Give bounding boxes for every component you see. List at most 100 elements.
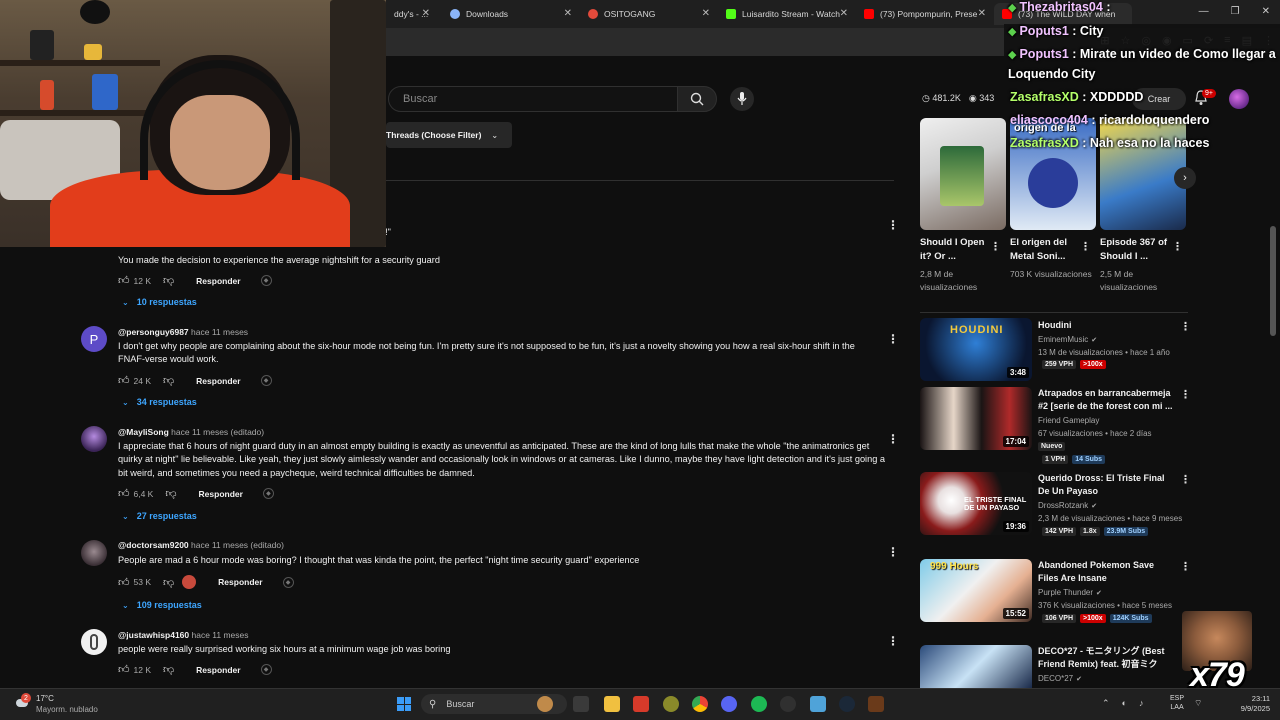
view-replies-link[interactable]: ⌄ 10 respuestas: [122, 297, 197, 307]
more-options-icon[interactable]: ⋮: [1180, 320, 1191, 333]
video-title[interactable]: DECO*27 - モニタリング (Best Friend Remix) fea…: [1038, 645, 1174, 671]
close-icon[interactable]: ✕: [840, 8, 848, 19]
short-thumbnail[interactable]: [1100, 118, 1186, 230]
game-icon[interactable]: [868, 696, 884, 712]
video-thumbnail[interactable]: 999 Hours 15:52: [920, 559, 1032, 622]
more-options-icon[interactable]: ⋮: [1172, 240, 1183, 253]
view-replies-link[interactable]: ⌄ 27 respuestas: [122, 511, 197, 521]
video-title[interactable]: Atrapados en barrancabermeja #2 [serie d…: [1038, 387, 1174, 413]
chevron-up-icon[interactable]: ⌃: [1102, 698, 1110, 709]
comment-author[interactable]: @MayliSong: [118, 427, 169, 437]
short-title[interactable]: Episode 367 of Should I ...: [1100, 236, 1172, 264]
dislike-icon[interactable]: 👎︎: [163, 576, 174, 589]
video-title[interactable]: Abandoned Pokemon Save Files Are Insane: [1038, 559, 1174, 585]
gem-icon[interactable]: ◆: [260, 664, 272, 675]
browser-tab[interactable]: Downloads ✕: [442, 3, 580, 25]
like-icon[interactable]: 👍︎: [118, 663, 130, 676]
video-thumbnail[interactable]: EL TRISTE FINAL DE UN PAYASO 19:36: [920, 472, 1032, 535]
browser-tab[interactable]: (73) Pompompurin, Prese ✕: [856, 3, 994, 25]
taskview-icon[interactable]: [573, 696, 589, 712]
maximize-icon[interactable]: ❐: [1231, 6, 1240, 17]
video-thumbnail[interactable]: 17:04: [920, 387, 1032, 450]
channel-name[interactable]: DrossRotzank ✔: [1038, 501, 1097, 510]
channel-name[interactable]: Purple Thunder ✔: [1038, 588, 1102, 597]
reply-button[interactable]: Responder: [196, 665, 240, 675]
short-title[interactable]: El origen del Metal Soni...: [1010, 236, 1082, 264]
minimize-icon[interactable]: —: [1199, 6, 1209, 17]
wifi-icon[interactable]: ⌔: [1194, 698, 1202, 709]
avatar[interactable]: [81, 540, 107, 566]
gem-icon[interactable]: ◆: [262, 488, 274, 499]
more-options-icon[interactable]: ⋮: [887, 218, 899, 232]
windows-start-icon[interactable]: [397, 697, 411, 711]
avatar[interactable]: P: [81, 326, 107, 352]
avatar[interactable]: [81, 629, 107, 655]
reply-button[interactable]: Responder: [218, 577, 262, 587]
dislike-icon[interactable]: 👎︎: [163, 274, 174, 287]
comment-author[interactable]: @doctorsam9200: [118, 540, 189, 550]
dislike-icon[interactable]: 👎︎: [165, 487, 176, 500]
more-options-icon[interactable]: ⋮: [887, 332, 899, 346]
more-options-icon[interactable]: ⋮: [1180, 560, 1191, 573]
system-clock[interactable]: 23:11 9/9/2025: [1218, 694, 1270, 714]
chrome-icon[interactable]: [692, 696, 708, 712]
view-replies-link[interactable]: ⌄ 34 respuestas: [122, 397, 197, 407]
close-icon[interactable]: ✕: [702, 8, 710, 19]
gem-icon[interactable]: ◆: [282, 576, 294, 588]
like-icon[interactable]: 👍︎: [118, 487, 130, 500]
reply-button[interactable]: Responder: [196, 276, 240, 286]
video-thumbnail[interactable]: [920, 645, 1032, 688]
scrollbar-thumb[interactable]: [1270, 226, 1276, 336]
avatar[interactable]: [81, 426, 107, 452]
close-icon[interactable]: ✕: [978, 8, 986, 19]
more-options-icon[interactable]: ⋮: [887, 545, 899, 559]
short-thumbnail[interactable]: [920, 118, 1006, 230]
browser-tab[interactable]: ddy's - ... ✕: [386, 3, 438, 25]
account-avatar[interactable]: [1229, 89, 1249, 109]
like-icon[interactable]: 👍︎: [118, 576, 130, 589]
reply-button[interactable]: Responder: [199, 489, 243, 499]
microphone-icon[interactable]: ♪: [1139, 698, 1144, 709]
close-window-icon[interactable]: ✕: [1262, 6, 1270, 17]
comment-author[interactable]: @personguy6987: [118, 327, 189, 337]
short-title[interactable]: Should I Open it? Or ...: [920, 236, 992, 264]
app-tray-icon[interactable]: ◐: [1122, 698, 1127, 709]
app-icon[interactable]: [663, 696, 679, 712]
close-icon[interactable]: ✕: [422, 8, 430, 19]
channel-name[interactable]: DECO*27 ✔: [1038, 674, 1082, 683]
language-indicator[interactable]: ESP LAA: [1170, 694, 1184, 712]
search-button[interactable]: [677, 86, 717, 112]
short-thumbnail[interactable]: origen de la: [1010, 118, 1096, 230]
dinosaur-icon[interactable]: [537, 696, 553, 712]
video-title[interactable]: Houdini: [1038, 319, 1174, 332]
gem-icon[interactable]: ◆: [260, 275, 272, 286]
gem-icon[interactable]: ◆: [260, 375, 272, 386]
more-options-icon[interactable]: ⋮: [990, 240, 1001, 253]
close-icon[interactable]: ✕: [564, 8, 572, 19]
dislike-icon[interactable]: 👎︎: [163, 374, 174, 387]
like-icon[interactable]: 👍︎: [118, 274, 130, 287]
voice-search-button[interactable]: [730, 87, 754, 111]
video-thumbnail[interactable]: HOUDINI 3:48: [920, 318, 1032, 381]
more-options-icon[interactable]: ⋮: [887, 634, 899, 648]
channel-name[interactable]: Friend Gameplay: [1038, 416, 1099, 425]
channel-name[interactable]: EminemMusic ✔: [1038, 335, 1097, 344]
more-options-icon[interactable]: ⋮: [1080, 240, 1091, 253]
steam-icon[interactable]: [839, 696, 855, 712]
browser-tab[interactable]: OSITOGANG ✕: [580, 3, 718, 25]
spotify-icon[interactable]: [751, 696, 767, 712]
browser-tab[interactable]: Luisardito Stream - Watch ✕: [718, 3, 856, 25]
file-explorer-icon[interactable]: [604, 696, 620, 712]
reply-button[interactable]: Responder: [196, 376, 240, 386]
app-icon[interactable]: [633, 696, 649, 712]
comment-author[interactable]: @justawhisp4160: [118, 630, 189, 640]
video-title[interactable]: Querido Dross: El Triste Final De Un Pay…: [1038, 472, 1174, 498]
more-options-icon[interactable]: ⋮: [887, 432, 899, 446]
weather-widget[interactable]: 2 17°C Mayorm. nublado: [14, 693, 98, 715]
discord-icon[interactable]: [721, 696, 737, 712]
view-replies-link[interactable]: ⌄ 109 respuestas: [122, 600, 202, 610]
more-options-icon[interactable]: ⋮: [1180, 473, 1191, 486]
app-icon[interactable]: [810, 696, 826, 712]
like-icon[interactable]: 👍︎: [118, 374, 130, 387]
threads-filter-dropdown[interactable]: Threads (Choose Filter) ⌄: [386, 122, 512, 148]
